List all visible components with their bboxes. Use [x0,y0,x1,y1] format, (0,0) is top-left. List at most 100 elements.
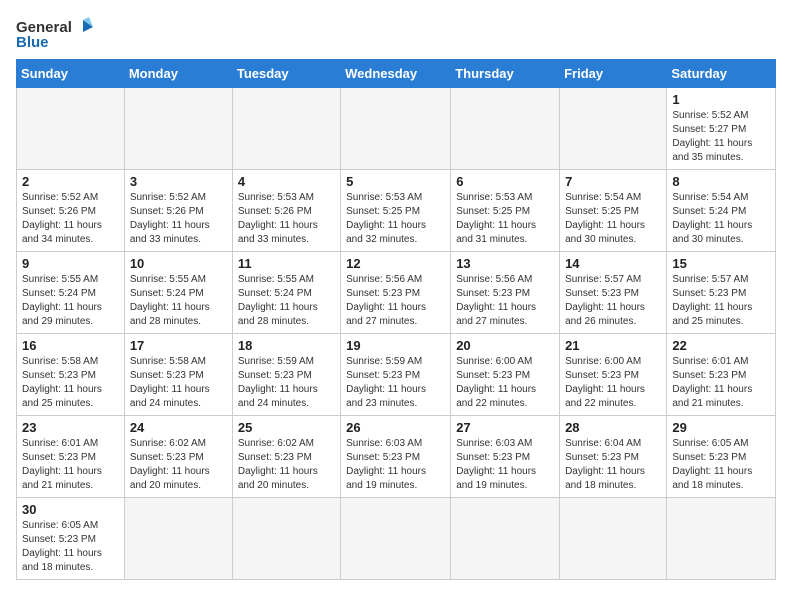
day-number: 24 [130,420,227,435]
calendar-week-row: 23 Sunrise: 6:01 AM Sunset: 5:23 PM Dayli… [17,416,776,498]
day-number: 27 [456,420,554,435]
calendar-cell: 3 Sunrise: 5:52 AM Sunset: 5:26 PM Daylig… [124,170,232,252]
calendar-cell: 25 Sunrise: 6:02 AM Sunset: 5:23 PM Dayli… [232,416,340,498]
calendar-week-row: 30 Sunrise: 6:05 AM Sunset: 5:23 PM Dayli… [17,498,776,580]
day-number: 18 [238,338,335,353]
day-number: 9 [22,256,119,271]
calendar-cell: 29 Sunrise: 6:05 AM Sunset: 5:23 PM Dayli… [667,416,776,498]
day-number: 19 [346,338,445,353]
calendar-cell: 4Sunrise: 5:53 AM Sunset: 5:26 PM Daylig… [232,170,340,252]
weekday-header-thursday: Thursday [451,60,560,88]
day-info: Sunrise: 5:53 AM Sunset: 5:25 PM Dayligh… [456,191,554,247]
calendar-cell: 23 Sunrise: 6:01 AM Sunset: 5:23 PM Dayli… [17,416,125,498]
day-number: 25 [238,420,335,435]
calendar-week-row: 1 Sunrise: 5:52 AM Sunset: 5:27 PM Daylig… [17,88,776,170]
day-number: 13 [456,256,554,271]
day-number: 3 [130,174,227,189]
weekday-header-row: SundayMondayTuesdayWednesdayThursdayFrid… [17,60,776,88]
day-info: Sunrise: 6:00 AM Sunset: 5:23 PM Dayligh… [565,355,661,411]
day-info: Sunrise: 5:56 AM Sunset: 5:23 PM Dayligh… [456,273,554,329]
calendar-cell: 15 Sunrise: 5:57 AM Sunset: 5:23 PM Dayli… [667,252,776,334]
day-info: Sunrise: 6:02 AM Sunset: 5:23 PM Dayligh… [238,437,335,493]
calendar-cell: 18 Sunrise: 5:59 AM Sunset: 5:23 PM Dayli… [232,334,340,416]
weekday-header-wednesday: Wednesday [341,60,451,88]
day-number: 1 [672,92,770,107]
calendar-cell: 24Sunrise: 6:02 AM Sunset: 5:23 PM Dayli… [124,416,232,498]
logo-general: General [16,19,72,36]
calendar-cell: 26 Sunrise: 6:03 AM Sunset: 5:23 PM Dayli… [341,416,451,498]
calendar-cell [667,498,776,580]
day-info: Sunrise: 5:52 AM Sunset: 5:27 PM Dayligh… [672,109,770,165]
day-info: Sunrise: 5:59 AM Sunset: 5:23 PM Dayligh… [238,355,335,411]
calendar-cell: 2 Sunrise: 5:52 AM Sunset: 5:26 PM Daylig… [17,170,125,252]
calendar-cell: 19Sunrise: 5:59 AM Sunset: 5:23 PM Dayli… [341,334,451,416]
day-number: 20 [456,338,554,353]
day-info: Sunrise: 5:53 AM Sunset: 5:25 PM Dayligh… [346,191,445,247]
day-number: 15 [672,256,770,271]
calendar-cell [124,498,232,580]
calendar-cell [451,88,560,170]
day-number: 17 [130,338,227,353]
calendar-cell: 27 Sunrise: 6:03 AM Sunset: 5:23 PM Dayli… [451,416,560,498]
day-info: Sunrise: 6:05 AM Sunset: 5:23 PM Dayligh… [22,519,119,575]
calendar-cell [124,88,232,170]
day-number: 11 [238,256,335,271]
day-number: 12 [346,256,445,271]
day-number: 23 [22,420,119,435]
day-number: 16 [22,338,119,353]
logo: General Blue [16,16,97,51]
calendar-cell: 11 Sunrise: 5:55 AM Sunset: 5:24 PM Dayli… [232,252,340,334]
logo-blue: Blue [16,34,49,51]
weekday-header-tuesday: Tuesday [232,60,340,88]
day-number: 10 [130,256,227,271]
calendar-cell [232,498,340,580]
day-number: 30 [22,502,119,517]
day-info: Sunrise: 5:57 AM Sunset: 5:23 PM Dayligh… [565,273,661,329]
day-info: Sunrise: 6:03 AM Sunset: 5:23 PM Dayligh… [346,437,445,493]
calendar-cell: 21 Sunrise: 6:00 AM Sunset: 5:23 PM Dayli… [560,334,667,416]
day-info: Sunrise: 5:58 AM Sunset: 5:23 PM Dayligh… [130,355,227,411]
calendar-cell: 1 Sunrise: 5:52 AM Sunset: 5:27 PM Daylig… [667,88,776,170]
weekday-header-monday: Monday [124,60,232,88]
day-info: Sunrise: 5:52 AM Sunset: 5:26 PM Dayligh… [130,191,227,247]
weekday-header-saturday: Saturday [667,60,776,88]
day-info: Sunrise: 6:01 AM Sunset: 5:23 PM Dayligh… [22,437,119,493]
day-info: Sunrise: 6:05 AM Sunset: 5:23 PM Dayligh… [672,437,770,493]
calendar-cell: 28Sunrise: 6:04 AM Sunset: 5:23 PM Dayli… [560,416,667,498]
calendar-cell: 12Sunrise: 5:56 AM Sunset: 5:23 PM Dayli… [341,252,451,334]
day-info: Sunrise: 5:52 AM Sunset: 5:26 PM Dayligh… [22,191,119,247]
day-info: Sunrise: 5:55 AM Sunset: 5:24 PM Dayligh… [238,273,335,329]
calendar-cell [560,88,667,170]
day-number: 22 [672,338,770,353]
calendar-table: SundayMondayTuesdayWednesdayThursdayFrid… [16,59,776,580]
day-info: Sunrise: 6:03 AM Sunset: 5:23 PM Dayligh… [456,437,554,493]
day-number: 28 [565,420,661,435]
calendar-cell: 8Sunrise: 5:54 AM Sunset: 5:24 PM Daylig… [667,170,776,252]
calendar-cell: 22Sunrise: 6:01 AM Sunset: 5:23 PM Dayli… [667,334,776,416]
day-number: 8 [672,174,770,189]
day-number: 2 [22,174,119,189]
calendar-cell [341,88,451,170]
calendar-week-row: 16 Sunrise: 5:58 AM Sunset: 5:23 PM Dayli… [17,334,776,416]
calendar-cell: 13 Sunrise: 5:56 AM Sunset: 5:23 PM Dayli… [451,252,560,334]
calendar-cell: 16 Sunrise: 5:58 AM Sunset: 5:23 PM Dayli… [17,334,125,416]
day-info: Sunrise: 6:00 AM Sunset: 5:23 PM Dayligh… [456,355,554,411]
calendar-cell [451,498,560,580]
calendar-cell: 5Sunrise: 5:53 AM Sunset: 5:25 PM Daylig… [341,170,451,252]
day-number: 6 [456,174,554,189]
day-number: 29 [672,420,770,435]
day-number: 21 [565,338,661,353]
day-number: 14 [565,256,661,271]
logo-bird-icon [75,16,97,38]
day-number: 26 [346,420,445,435]
day-info: Sunrise: 5:57 AM Sunset: 5:23 PM Dayligh… [672,273,770,329]
day-info: Sunrise: 5:58 AM Sunset: 5:23 PM Dayligh… [22,355,119,411]
calendar-cell: 6 Sunrise: 5:53 AM Sunset: 5:25 PM Daylig… [451,170,560,252]
calendar-cell: 14 Sunrise: 5:57 AM Sunset: 5:23 PM Dayli… [560,252,667,334]
day-info: Sunrise: 5:54 AM Sunset: 5:25 PM Dayligh… [565,191,661,247]
weekday-header-friday: Friday [560,60,667,88]
day-number: 7 [565,174,661,189]
calendar-week-row: 2 Sunrise: 5:52 AM Sunset: 5:26 PM Daylig… [17,170,776,252]
day-info: Sunrise: 5:55 AM Sunset: 5:24 PM Dayligh… [130,273,227,329]
calendar-cell [341,498,451,580]
